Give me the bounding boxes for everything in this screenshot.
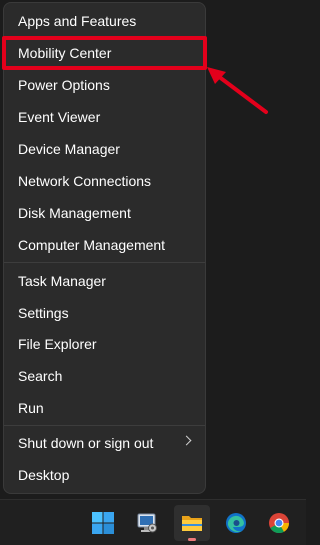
menu-item-desktop[interactable]: Desktop bbox=[8, 460, 202, 490]
winx-context-menu: Apps and Features Mobility Center Power … bbox=[3, 2, 206, 494]
menu-item-shut-down-or-sign-out[interactable]: Shut down or sign out bbox=[8, 428, 202, 458]
edge-icon[interactable] bbox=[218, 505, 254, 541]
menu-item-task-manager[interactable]: Task Manager bbox=[8, 266, 202, 296]
menu-item-label: Shut down or sign out bbox=[18, 435, 154, 451]
menu-item-disk-management[interactable]: Disk Management bbox=[8, 198, 202, 228]
menu-item-event-viewer[interactable]: Event Viewer bbox=[8, 102, 202, 132]
menu-item-search[interactable]: Search bbox=[8, 361, 202, 391]
red-arrow-icon bbox=[207, 67, 268, 114]
menu-item-computer-management[interactable]: Computer Management bbox=[8, 230, 202, 260]
menu-item-power-options[interactable]: Power Options bbox=[8, 70, 202, 100]
start-icon[interactable] bbox=[85, 505, 121, 541]
taskbar bbox=[0, 499, 306, 545]
menu-item-device-manager[interactable]: Device Manager bbox=[8, 134, 202, 164]
admin-tool-icon[interactable] bbox=[129, 505, 165, 541]
menu-item-settings[interactable]: Settings bbox=[8, 298, 202, 328]
menu-item-run[interactable]: Run bbox=[8, 393, 202, 423]
chrome-icon[interactable] bbox=[261, 505, 297, 541]
file-explorer-icon[interactable] bbox=[174, 505, 210, 541]
chevron-right-icon bbox=[181, 435, 192, 446]
menu-item-network-connections[interactable]: Network Connections bbox=[8, 166, 202, 196]
menu-item-apps-and-features[interactable]: Apps and Features bbox=[8, 6, 202, 36]
highlight-box bbox=[2, 36, 207, 70]
active-indicator bbox=[188, 538, 196, 541]
menu-divider bbox=[4, 262, 205, 263]
menu-item-file-explorer[interactable]: File Explorer bbox=[8, 329, 202, 359]
menu-divider bbox=[4, 425, 205, 426]
